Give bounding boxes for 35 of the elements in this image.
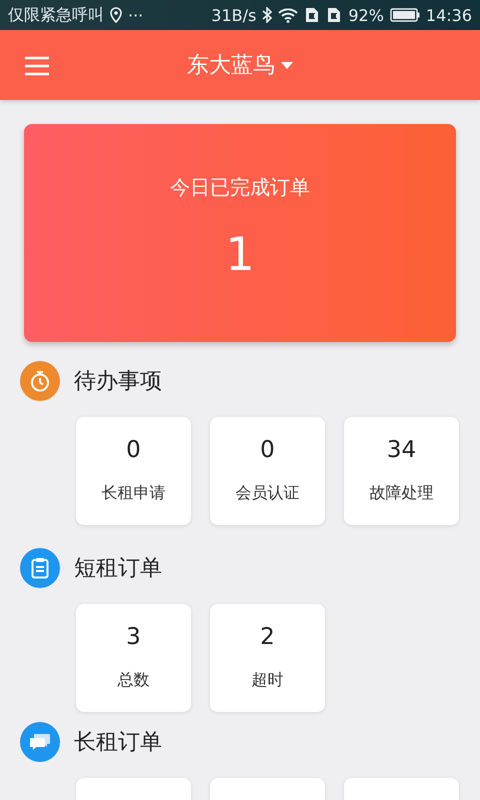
caret-icon [281,62,293,68]
carrier-text: 仅限紧急呼叫 [8,4,104,26]
battery-percent: 92% [348,6,384,24]
sim-card-icon [304,7,320,23]
summary-label: 今日已完成订单 [170,174,310,201]
stat-label: 总数 [118,670,150,691]
stat-card[interactable]: 0 会员认证 [210,417,325,525]
stat-count: 34 [386,437,416,463]
section-title: 长租订单 [74,729,162,757]
stat-count: 2 [260,624,275,650]
stat-label: 会员认证 [236,483,300,504]
stat-card[interactable]: 34 故障处理 [344,417,459,525]
more-notifications: ··· [128,6,144,24]
wifi-icon [278,8,298,22]
stat-card[interactable]: 2 超时 [210,604,325,712]
stat-count: 0 [260,437,275,463]
stat-label: 长租申请 [102,483,166,504]
stat-label: 故障处理 [370,483,434,504]
clipboard-icon [31,557,49,579]
stat-card[interactable]: 0 长租申请 [76,417,191,525]
stat-count: 3 [126,624,141,650]
stat-label: 超时 [252,670,284,691]
bluetooth-icon [262,7,272,23]
section-title: 短租订单 [74,555,162,583]
location-pin-icon [110,7,122,23]
section-title: 待办事项 [74,368,162,396]
chat-bubbles-icon [29,733,51,751]
battery-icon [390,8,420,22]
summary-value: 1 [225,227,255,281]
sim-card-icon [326,7,342,23]
stopwatch-icon [30,370,50,392]
network-speed: 31B/s [211,6,256,24]
stat-count: 0 [126,437,141,463]
clock-time: 14:36 [426,6,472,24]
stat-card[interactable]: 3 总数 [76,604,191,712]
